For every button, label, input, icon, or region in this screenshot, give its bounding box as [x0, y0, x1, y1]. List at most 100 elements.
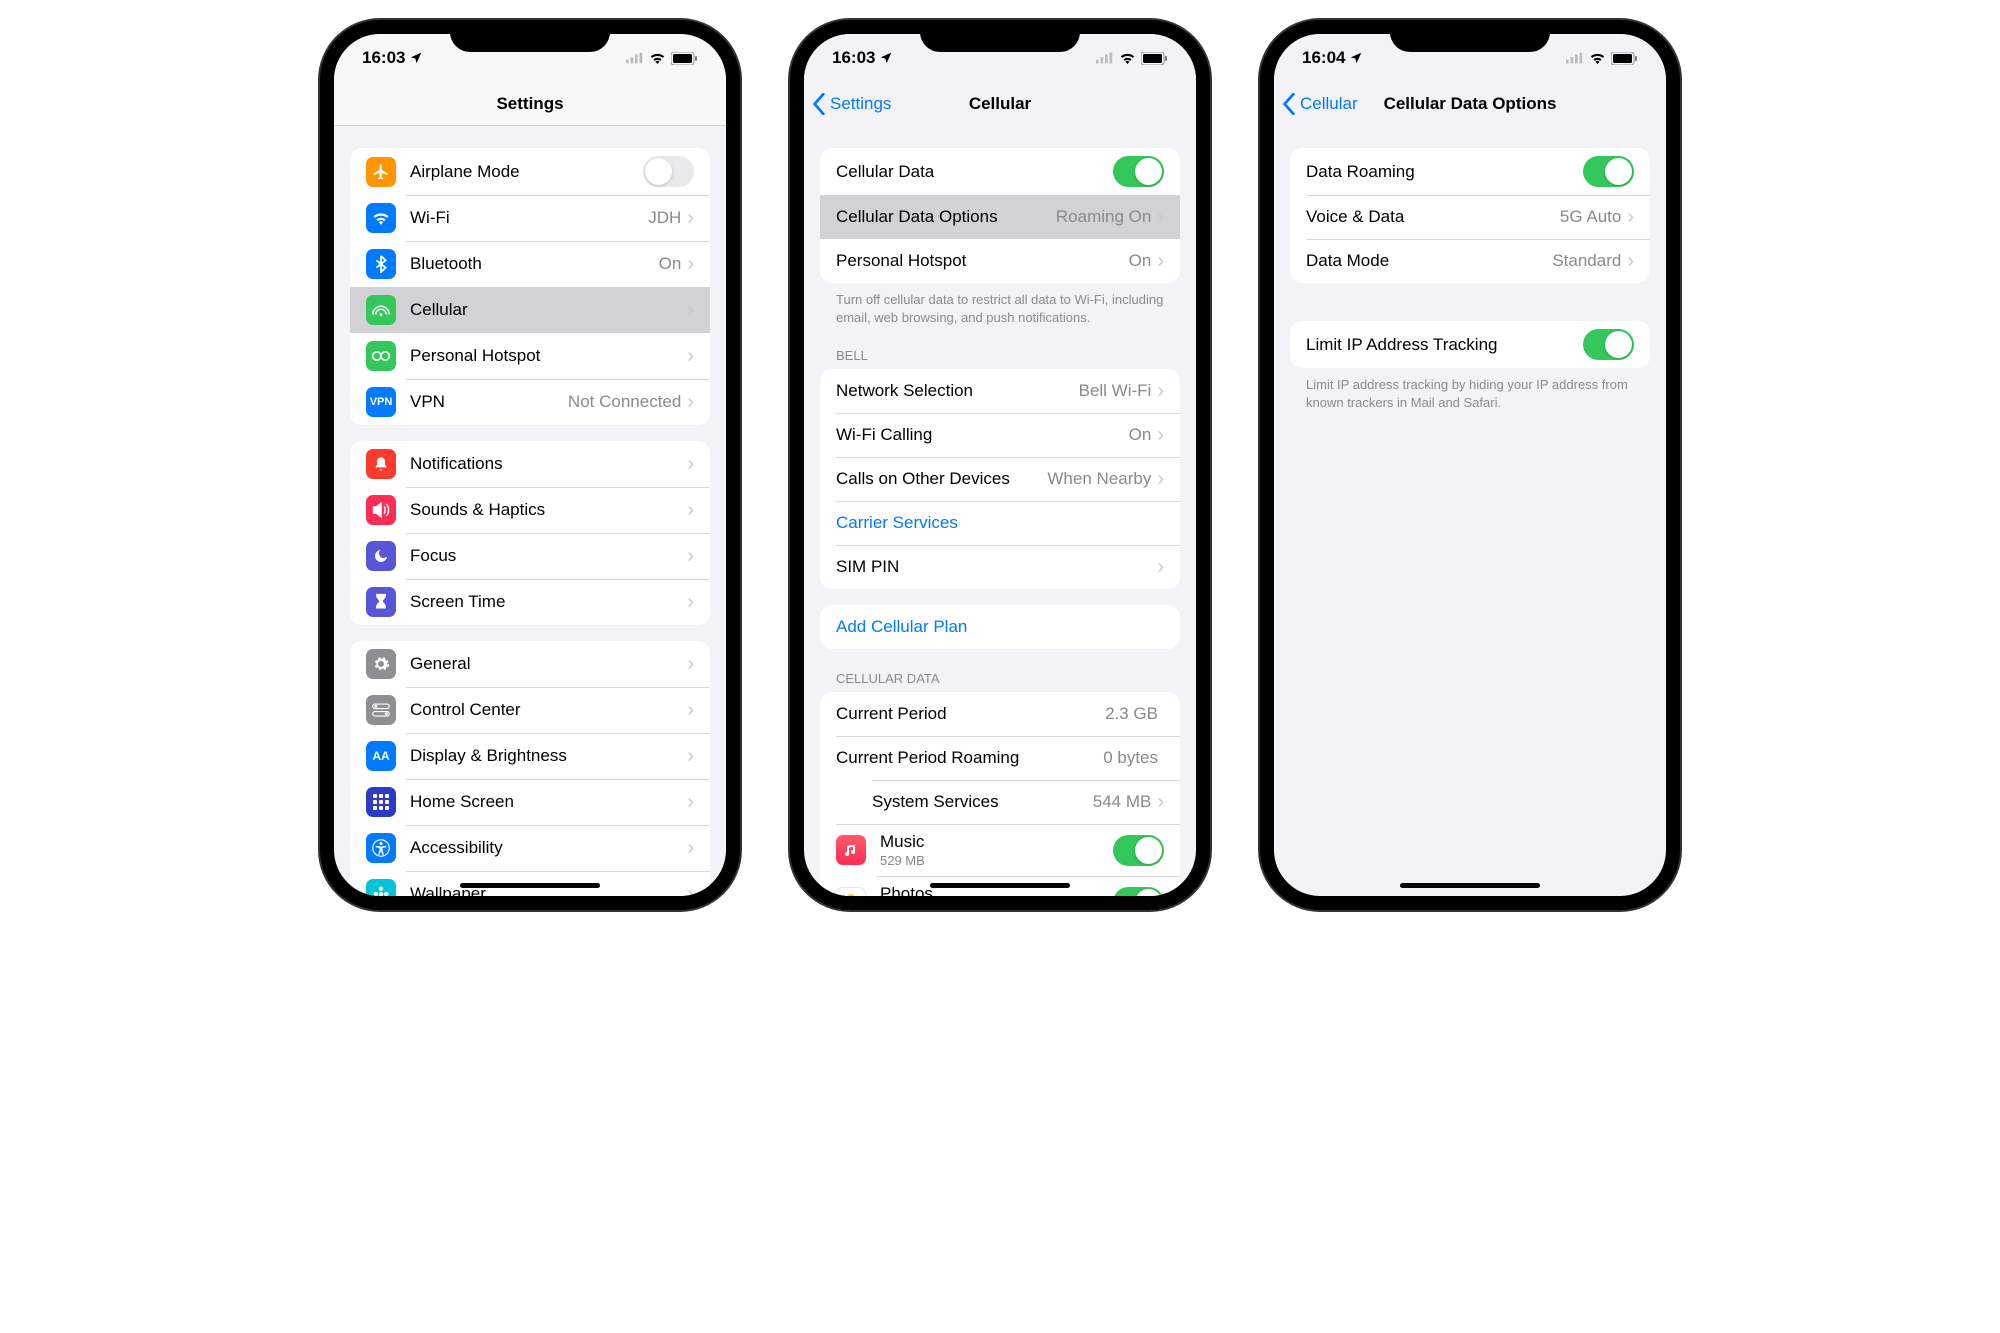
phone-data-options: 16:04 Cellular C: [1260, 20, 1680, 910]
chevron-right-icon: ›: [687, 838, 694, 858]
data-roaming-toggle[interactable]: [1583, 156, 1634, 187]
content[interactable]: Airplane Mode Wi-Fi JDH › Bluetooth: [334, 126, 726, 896]
page-title: Settings: [496, 94, 563, 114]
row-focus[interactable]: Focus ›: [350, 533, 710, 579]
airplane-toggle[interactable]: [643, 156, 694, 187]
wifi-icon: [1119, 52, 1136, 64]
row-sounds[interactable]: Sounds & Haptics ›: [350, 487, 710, 533]
screen-cellular: 16:03 Settings C: [804, 34, 1196, 896]
hourglass-icon: [366, 587, 396, 617]
row-control-center[interactable]: Control Center ›: [350, 687, 710, 733]
row-value: 5G Auto: [1560, 207, 1621, 227]
chevron-right-icon: ›: [1157, 425, 1164, 445]
cellular-data-toggle[interactable]: [1113, 156, 1164, 187]
content[interactable]: Cellular Data Cellular Data Options Roam…: [804, 126, 1196, 896]
chevron-right-icon: ›: [687, 792, 694, 812]
home-indicator[interactable]: [1400, 883, 1540, 888]
connectivity-group: Airplane Mode Wi-Fi JDH › Bluetooth: [350, 148, 710, 425]
battery-icon: [671, 52, 698, 65]
row-current-period-roaming: Current Period Roaming 0 bytes: [820, 736, 1180, 780]
row-carrier-services[interactable]: Carrier Services: [820, 501, 1180, 545]
ip-tracking-group: Limit IP Address Tracking: [1290, 321, 1650, 368]
row-personal-hotspot[interactable]: Personal Hotspot ›: [350, 333, 710, 379]
wifi-settings-icon: [366, 203, 396, 233]
row-network-selection[interactable]: Network Selection Bell Wi-Fi ›: [820, 369, 1180, 413]
row-value: On: [659, 254, 682, 274]
limit-ip-toggle[interactable]: [1583, 329, 1634, 360]
row-label: Data Roaming: [1306, 162, 1583, 182]
row-value: 2.3 GB: [1105, 704, 1158, 724]
row-sim-pin[interactable]: SIM PIN ›: [820, 545, 1180, 589]
row-label: Airplane Mode: [410, 162, 643, 182]
back-button[interactable]: Cellular: [1282, 93, 1358, 115]
row-value: Standard: [1552, 251, 1621, 271]
back-button[interactable]: Settings: [812, 93, 891, 115]
vpn-icon: VPN: [366, 387, 396, 417]
page-title: Cellular Data Options: [1384, 94, 1557, 114]
row-label: Music: [880, 832, 1113, 852]
row-label: Limit IP Address Tracking: [1306, 335, 1583, 355]
chevron-right-icon: ›: [687, 546, 694, 566]
ip-tracking-footer: Limit IP address tracking by hiding your…: [1306, 376, 1634, 411]
row-cellular-data-options[interactable]: Cellular Data Options Roaming On ›: [820, 195, 1180, 239]
data-usage-header: CELLULAR DATA: [836, 671, 1164, 686]
row-limit-ip-tracking[interactable]: Limit IP Address Tracking: [1290, 321, 1650, 368]
phone-cellular: 16:03 Settings C: [790, 20, 1210, 910]
notifications-group: Notifications › Sounds & Haptics › Focus…: [350, 441, 710, 625]
row-label: Data Mode: [1306, 251, 1552, 271]
music-data-toggle[interactable]: [1113, 835, 1164, 866]
row-wifi-calling[interactable]: Wi-Fi Calling On ›: [820, 413, 1180, 457]
row-data-mode[interactable]: Data Mode Standard ›: [1290, 239, 1650, 283]
row-accessibility[interactable]: Accessibility ›: [350, 825, 710, 871]
chevron-right-icon: ›: [687, 208, 694, 228]
photos-data-toggle[interactable]: [1113, 887, 1164, 896]
row-label: Voice & Data: [1306, 207, 1560, 227]
row-label: Cellular Data: [836, 162, 1113, 182]
switches-icon: [366, 695, 396, 725]
chevron-right-icon: ›: [1157, 207, 1164, 227]
bluetooth-icon: [366, 249, 396, 279]
row-personal-hotspot[interactable]: Personal Hotspot On ›: [820, 239, 1180, 283]
row-bluetooth[interactable]: Bluetooth On ›: [350, 241, 710, 287]
row-voice-data[interactable]: Voice & Data 5G Auto ›: [1290, 195, 1650, 239]
row-label: Add Cellular Plan: [836, 617, 1164, 637]
row-wifi[interactable]: Wi-Fi JDH ›: [350, 195, 710, 241]
add-plan-group: Add Cellular Plan: [820, 605, 1180, 649]
row-airplane-mode[interactable]: Airplane Mode: [350, 148, 710, 195]
row-app-music[interactable]: Music 529 MB: [820, 824, 1180, 876]
cellular-icon: [366, 295, 396, 325]
row-cellular-data[interactable]: Cellular Data: [820, 148, 1180, 195]
general-group: General › Control Center › AA Display & …: [350, 641, 710, 896]
row-general[interactable]: General ›: [350, 641, 710, 687]
chevron-right-icon: ›: [1157, 381, 1164, 401]
chevron-right-icon: ›: [1157, 469, 1164, 489]
content[interactable]: Data Roaming Voice & Data 5G Auto › Data…: [1274, 126, 1666, 896]
row-vpn[interactable]: VPN VPN Not Connected ›: [350, 379, 710, 425]
row-label: Current Period: [836, 704, 1105, 724]
row-notifications[interactable]: Notifications ›: [350, 441, 710, 487]
chevron-right-icon: ›: [687, 700, 694, 720]
data-options-group: Data Roaming Voice & Data 5G Auto › Data…: [1290, 148, 1650, 283]
notch: [450, 20, 610, 52]
row-system-services[interactable]: System Services 544 MB ›: [820, 780, 1180, 824]
row-calls-other-devices[interactable]: Calls on Other Devices When Nearby ›: [820, 457, 1180, 501]
row-display[interactable]: AA Display & Brightness ›: [350, 733, 710, 779]
speaker-icon: [366, 495, 396, 525]
row-data-roaming[interactable]: Data Roaming: [1290, 148, 1650, 195]
chevron-right-icon: ›: [1157, 557, 1164, 577]
row-label: Personal Hotspot: [410, 346, 687, 366]
row-value: On: [1129, 425, 1152, 445]
row-screen-time[interactable]: Screen Time ›: [350, 579, 710, 625]
phone-settings: 16:03 Settings: [320, 20, 740, 910]
status-time: 16:03: [362, 48, 405, 68]
row-cellular[interactable]: Cellular ›: [350, 287, 710, 333]
carrier-header: BELL: [836, 348, 1164, 363]
row-home-screen[interactable]: Home Screen ›: [350, 779, 710, 825]
wifi-icon: [1589, 52, 1606, 64]
chevron-right-icon: ›: [687, 254, 694, 274]
row-add-cellular-plan[interactable]: Add Cellular Plan: [820, 605, 1180, 649]
row-label: Bluetooth: [410, 254, 659, 274]
home-indicator[interactable]: [930, 883, 1070, 888]
textsize-icon: AA: [366, 741, 396, 771]
home-indicator[interactable]: [460, 883, 600, 888]
